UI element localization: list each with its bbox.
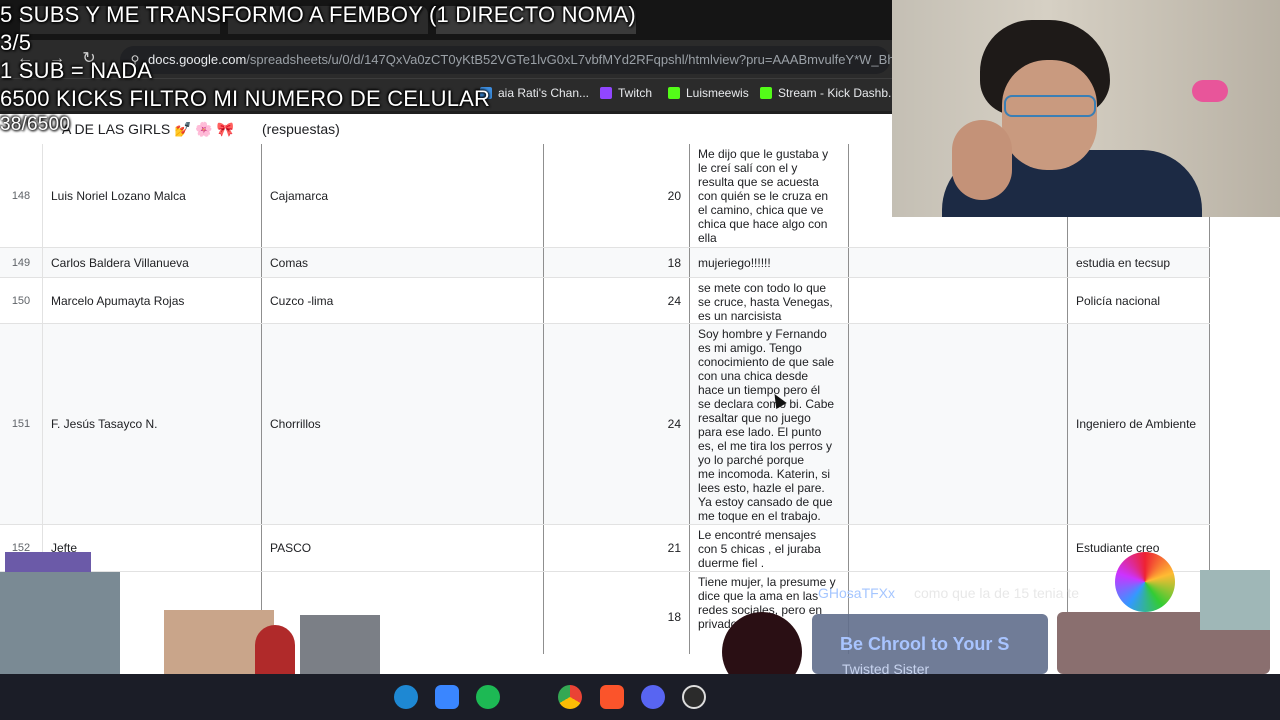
cell-empty[interactable]: [849, 525, 1068, 571]
bookmark-item[interactable]: aia Rati's Chan...: [480, 86, 589, 100]
row-number: 150: [0, 278, 43, 323]
cell-age[interactable]: 20: [544, 144, 690, 247]
cell-story[interactable]: Me dijo que le gustaba y le creí salí co…: [690, 144, 849, 247]
cell-empty[interactable]: [849, 324, 1068, 524]
cell-occupation[interactable]: Ingeniero de Ambiente: [1068, 324, 1210, 524]
cell-occupation[interactable]: Policía nacional: [1068, 278, 1210, 323]
cell-story[interactable]: mujeriego!!!!!!: [690, 248, 849, 277]
overlay-kicks-progress: 38/6500: [0, 114, 71, 135]
twitch-icon: [600, 87, 612, 99]
cat-sticker: [1200, 570, 1270, 630]
overlay-sub-rule: 1 SUB = NADA: [0, 58, 153, 83]
cell-story[interactable]: se mete con todo lo que se cruce, hasta …: [690, 278, 849, 323]
row-number: 151: [0, 324, 43, 524]
address-bar[interactable]: ⚲ docs.google.com/spreadsheets/u/0/d/147…: [120, 46, 902, 74]
table-row[interactable]: 149 Carlos Baldera Villanueva Comas 18 m…: [0, 248, 1210, 278]
streamer-hand: [952, 120, 1012, 200]
store-icon[interactable]: [435, 685, 459, 709]
brave-icon[interactable]: [600, 685, 624, 709]
cell-age[interactable]: 21: [544, 525, 690, 571]
cell-name[interactable]: F. Jesús Tasayco N.: [43, 324, 262, 524]
kick-icon: [668, 87, 680, 99]
cell-place[interactable]: Cajamarca: [262, 144, 544, 247]
cell-place[interactable]: Comas: [262, 248, 544, 277]
kick-icon: [760, 87, 772, 99]
bookmark-kick-dashboard[interactable]: Stream - Kick Dashb...: [760, 86, 898, 100]
cell-age[interactable]: 24: [544, 278, 690, 323]
alert-box: Be Chrool to Your S Twisted Sister: [812, 614, 1048, 677]
sheet-title: A DE LAS GIRLS 💅 🌸 🎀: [62, 121, 235, 137]
overlay-kicks-goal: 6500 KICKS FILTRO MI NUMERO DE CELULAR: [0, 86, 491, 111]
cell-name[interactable]: Luis Noriel Lozano Malca: [43, 144, 262, 247]
overlay-goal-title: 5 SUBS Y ME TRANSFORMO A FEMBOY (1 DIREC…: [0, 2, 636, 27]
glasses-icon: [1004, 95, 1096, 117]
webcam-feed: [892, 0, 1280, 217]
edge-icon[interactable]: [394, 685, 418, 709]
cell-place[interactable]: Chorrillos: [262, 324, 544, 524]
chat-username: GHosaTFXx: [818, 585, 896, 601]
bookmark-twitch[interactable]: Twitch: [600, 86, 652, 100]
cell-name[interactable]: Carlos Baldera Villanueva: [43, 248, 262, 277]
discord-icon[interactable]: [641, 685, 665, 709]
sheet-title-suffix: (respuestas): [262, 121, 340, 137]
table-row[interactable]: 152 Jefte PASCO 21 Le encontré mensajes …: [0, 525, 1210, 572]
row-number: 148: [0, 144, 43, 247]
alert-title: Be Chrool to Your S: [840, 634, 1010, 654]
row-number: 149: [0, 248, 43, 277]
cell-place[interactable]: Cuzco -lima: [262, 278, 544, 323]
spreadsheet-grid: 148 Luis Noriel Lozano Malca Cajamarca 2…: [0, 144, 1280, 654]
chat-message: como que la de 15 tenia te: [914, 585, 1080, 601]
cell-place[interactable]: PASCO: [262, 525, 544, 571]
cell-empty[interactable]: [849, 278, 1068, 323]
cell-occupation[interactable]: estudia en tecsup: [1068, 248, 1210, 277]
cell-age[interactable]: 18: [544, 248, 690, 277]
cell-age[interactable]: 24: [544, 324, 690, 524]
bow-sticker-icon: [1192, 80, 1228, 102]
overlay-sub-progress: 3/5: [0, 30, 32, 55]
taskbar: [0, 674, 1280, 720]
cell-story[interactable]: Soy hombre y Fernando es mi amigo. Tengo…: [690, 324, 849, 524]
sheet-title-bar: A DE LAS GIRLS 💅 🌸 🎀 (respuestas): [0, 114, 892, 144]
bookmark-luismeewis[interactable]: Luismeewis: [668, 86, 749, 100]
cell-empty[interactable]: [849, 248, 1068, 277]
spotify-icon[interactable]: [476, 685, 500, 709]
obs-icon[interactable]: [682, 685, 706, 709]
clown-wig-sticker: [1115, 552, 1175, 612]
cell-name[interactable]: Marcelo Apumayta Rojas: [43, 278, 262, 323]
chrome-icon[interactable]: [558, 685, 582, 709]
url-text: docs.google.com/spreadsheets/u/0/d/147Qx…: [148, 52, 902, 67]
cell-age[interactable]: 18: [544, 572, 690, 654]
table-row[interactable]: 150 Marcelo Apumayta Rojas Cuzco -lima 2…: [0, 278, 1210, 324]
cell-story[interactable]: Le encontré mensajes con 5 chicas , el j…: [690, 525, 849, 571]
table-row[interactable]: 151 F. Jesús Tasayco N. Chorrillos 24 So…: [0, 324, 1210, 525]
